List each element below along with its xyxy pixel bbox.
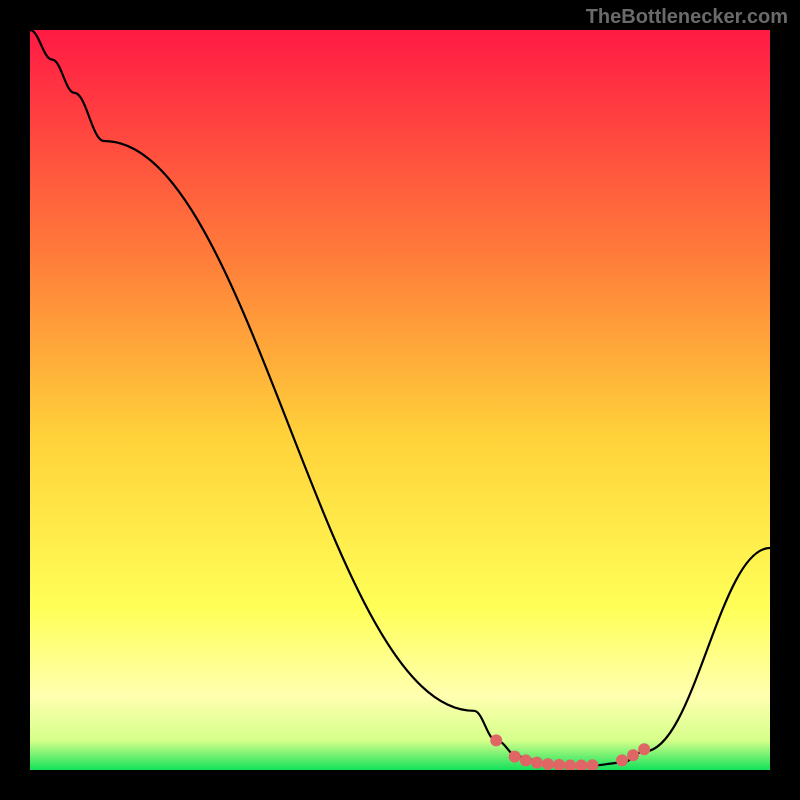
watermark-text: TheBottlenecker.com bbox=[586, 6, 788, 29]
marker-point bbox=[542, 758, 554, 770]
marker-point bbox=[616, 754, 628, 766]
marker-point bbox=[490, 734, 502, 746]
gradient-background bbox=[30, 30, 770, 770]
bottleneck-chart bbox=[30, 30, 770, 770]
marker-point bbox=[509, 751, 521, 763]
marker-point bbox=[627, 749, 639, 761]
marker-point bbox=[531, 757, 543, 769]
marker-point bbox=[520, 754, 532, 766]
marker-point bbox=[638, 743, 650, 755]
